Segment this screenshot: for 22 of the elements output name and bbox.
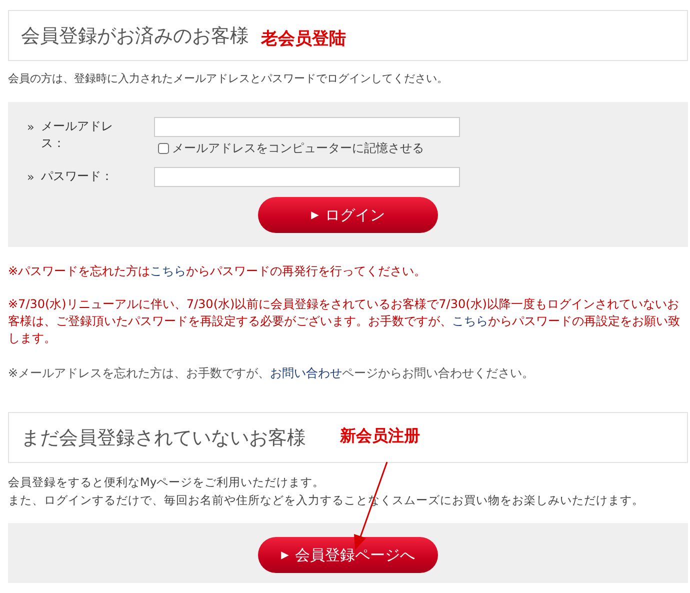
description-text: 会員登録をすると便利なMyページをご利用いただけます。 [8,474,326,491]
intro-text: 会員の方は、登録時に入力されたメールアドレスとパスワードでログインしてください。 [8,71,449,86]
notice-text: ※パスワードを忘れた方は こちらからパスワードの再発行を行ってください。 [8,263,428,280]
section-title: 会員登録がお済みのお客様 [21,24,249,48]
annotation-text: 新会员注册 [340,426,420,447]
register-button[interactable]: ▶ 会員登録ページへ [258,537,438,573]
notice-text: ※7/30(水)リニューアルに伴い、7/30(水)以前に会員登録をされているお客様で7/30(水)以降一度もログインされていないお客様は、ご登録頂いたパスワードを再設定する必要がございます。お手数ですが、こちらからパスワードの再設定をお願い致します。 [8,296,681,347]
field-label: メールアドレス： [41,118,114,152]
input-field[interactable] [154,117,460,137]
checkbox[interactable] [158,143,169,154]
text-link[interactable]: お問い合わせ [270,366,342,380]
login-button[interactable]: ▶ ログイン [258,197,438,233]
input-field[interactable] [154,167,460,187]
notice-text: ※メールアドレスを忘れた方は、お手数ですが、お問い合わせページからお問い合わせください。 [8,365,536,382]
text-link[interactable]: こちら [452,314,488,328]
text-link[interactable]: こちら [150,264,186,278]
section-title: まだ会員登録されていないお客様 [21,426,306,450]
field-label: パスワード： [41,168,114,185]
checkbox-label: メールアドレスをコンピューターに記憶させる [172,140,424,157]
annotation-text: 老会员登陆 [261,28,346,50]
bullet-marker: » [27,169,36,184]
bullet-marker: » [27,119,36,134]
